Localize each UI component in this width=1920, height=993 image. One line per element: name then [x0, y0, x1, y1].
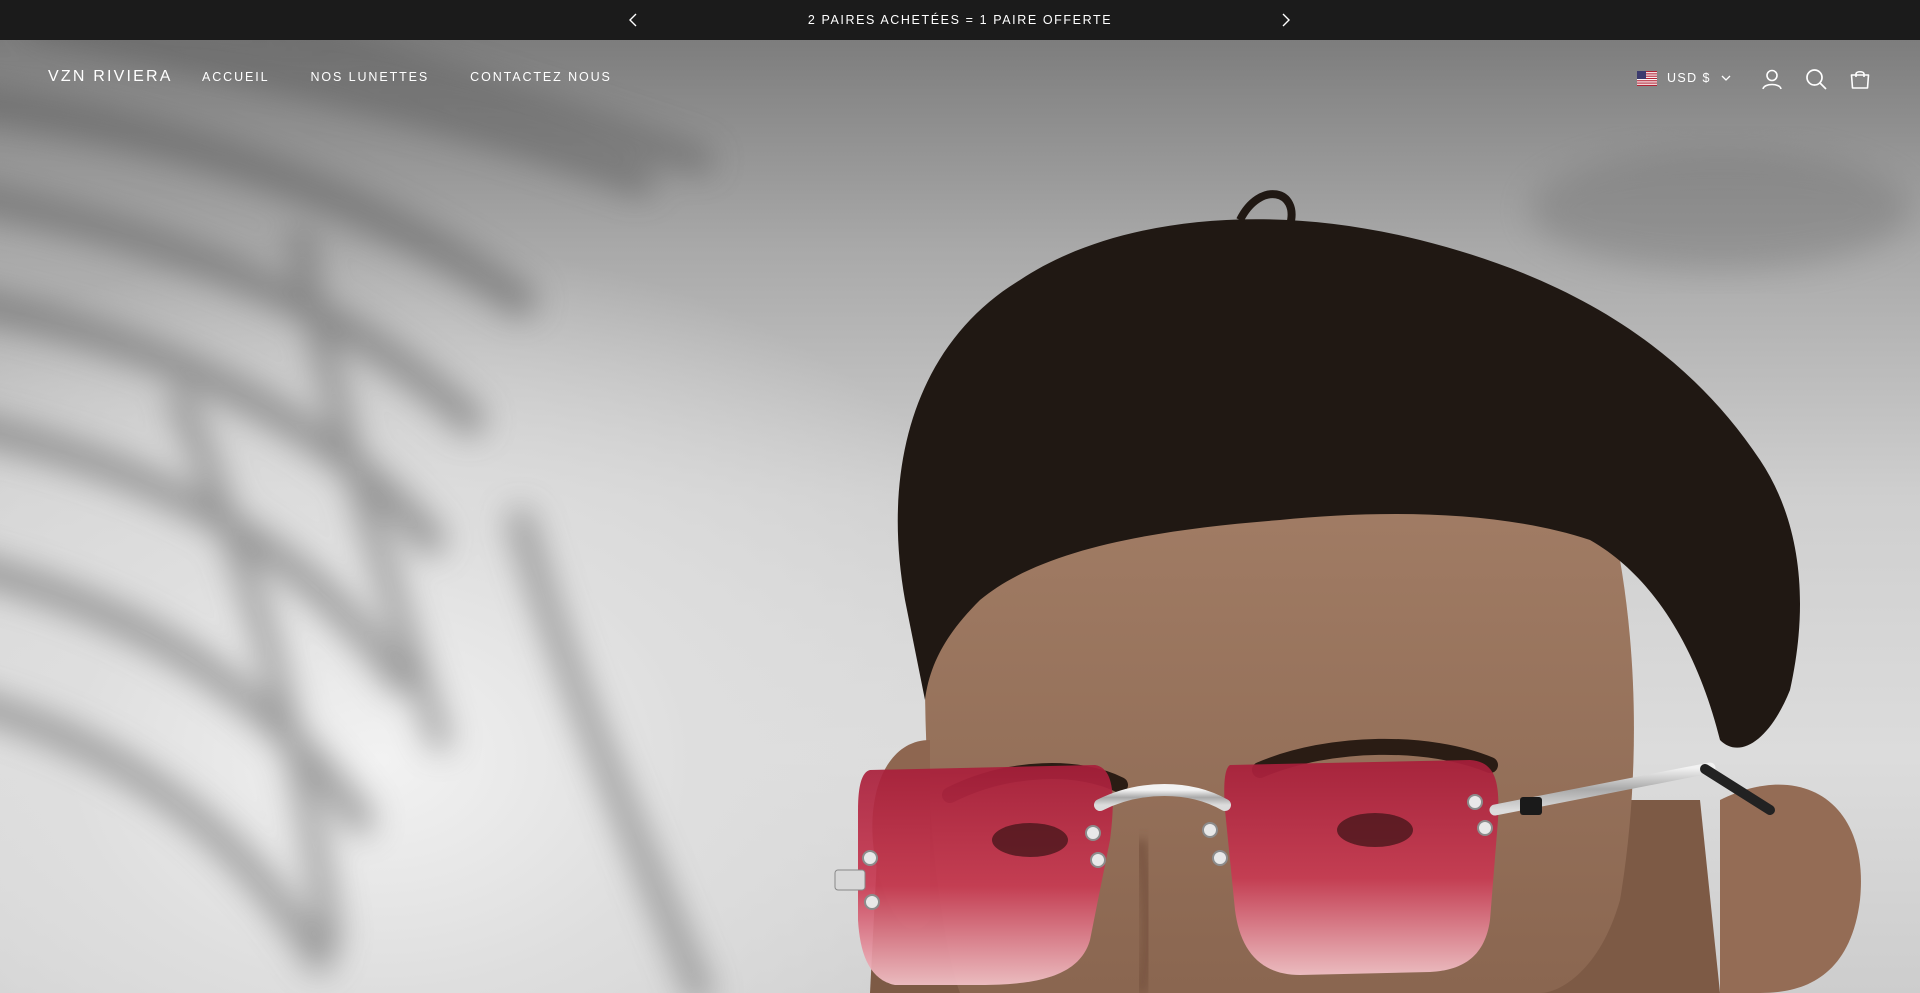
main-nav: ACCUEIL NOS LUNETTES CONTACTEZ NOUS	[202, 70, 653, 84]
chevron-down-icon	[1721, 75, 1731, 81]
announcement-bar: 2 PAIRES ACHETÉES = 1 PAIRE OFFERTE	[0, 0, 1920, 40]
store-logo[interactable]: VZN RIVIERA	[48, 68, 173, 86]
hero-image	[0, 40, 1920, 993]
search-icon[interactable]	[1803, 66, 1829, 92]
nav-item-contactez-nous[interactable]: CONTACTEZ NOUS	[470, 70, 612, 84]
chevron-right-icon[interactable]	[1274, 8, 1298, 32]
site-header: VZN RIVIERA ACCUEIL NOS LUNETTES CONTACT…	[0, 40, 1920, 116]
announcement-message: 2 PAIRES ACHETÉES = 1 PAIRE OFFERTE	[807, 13, 1113, 27]
cart-icon[interactable]	[1847, 66, 1873, 92]
currency-selector[interactable]: USD $	[1637, 66, 1731, 90]
nav-item-nos-lunettes[interactable]: NOS LUNETTES	[310, 70, 429, 84]
hero-photo-illustration	[0, 40, 1910, 993]
nav-item-accueil[interactable]: ACCUEIL	[202, 70, 269, 84]
chevron-left-icon[interactable]	[621, 8, 645, 32]
account-icon[interactable]	[1759, 66, 1785, 92]
currency-label: USD $	[1667, 71, 1711, 85]
us-flag-icon	[1637, 70, 1657, 86]
